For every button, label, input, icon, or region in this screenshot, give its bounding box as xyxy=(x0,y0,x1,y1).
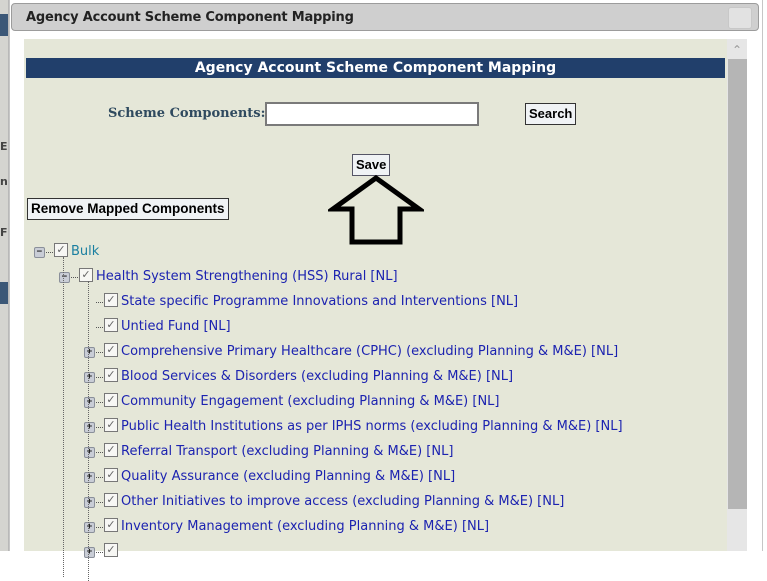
scheme-components-label: Scheme Components: xyxy=(108,106,266,121)
panel-header: Agency Account Scheme Component Mapping xyxy=(26,58,725,78)
tree-connector xyxy=(71,277,78,278)
search-button[interactable]: Search xyxy=(525,103,577,125)
close-icon[interactable] xyxy=(728,7,752,29)
expand-icon[interactable]: + xyxy=(84,447,95,458)
background-text-fragment: n xyxy=(0,175,8,188)
background-text-fragment: E xyxy=(0,140,8,153)
node-checkbox[interactable]: ✓ xyxy=(54,243,68,257)
node-checkbox[interactable]: ✓ xyxy=(104,318,118,332)
expand-icon[interactable]: + xyxy=(84,347,95,358)
tree-connector xyxy=(96,552,103,553)
vertical-scrollbar[interactable]: ⌃ xyxy=(727,39,747,551)
collapse-icon[interactable]: − xyxy=(34,247,45,258)
arrow-up-annotation-icon xyxy=(328,174,424,245)
scrollbar-thumb[interactable] xyxy=(728,59,747,509)
collapse-icon[interactable]: − xyxy=(59,272,70,283)
tree-guide-line xyxy=(88,281,89,581)
expand-icon[interactable]: + xyxy=(84,372,95,383)
node-label[interactable]: Health System Strengthening (HSS) Rural … xyxy=(96,269,398,284)
node-label[interactable]: Bulk xyxy=(71,244,99,259)
expand-icon[interactable]: + xyxy=(84,422,95,433)
mapping-dialog: Agency Account Scheme Component Mapping … xyxy=(9,0,763,581)
node-label[interactable]: Other Initiatives to improve access (exc… xyxy=(121,494,564,509)
tree-connector xyxy=(96,527,103,528)
node-label[interactable]: Untied Fund [NL] xyxy=(121,319,231,334)
background-page: E n F xyxy=(0,0,9,551)
background-text-fragment: F xyxy=(0,226,8,239)
node-checkbox[interactable]: ✓ xyxy=(104,518,118,532)
node-checkbox[interactable]: ✓ xyxy=(104,343,118,357)
node-label[interactable]: Community Engagement (excluding Planning… xyxy=(121,394,500,409)
node-checkbox[interactable]: ✓ xyxy=(104,293,118,307)
expand-icon[interactable]: + xyxy=(84,472,95,483)
scheme-components-input[interactable] xyxy=(265,102,479,126)
tree-connector xyxy=(96,327,103,328)
scroll-up-arrow-icon[interactable]: ⌃ xyxy=(727,39,747,59)
expand-icon[interactable]: + xyxy=(84,497,95,508)
tree-connector xyxy=(96,377,103,378)
node-checkbox[interactable]: ✓ xyxy=(104,393,118,407)
dialog-content: Agency Account Scheme Component Mapping … xyxy=(24,39,727,581)
node-label[interactable]: State specific Programme Innovations and… xyxy=(121,294,518,309)
node-checkbox[interactable]: ✓ xyxy=(104,493,118,507)
node-checkbox[interactable]: ✓ xyxy=(104,543,118,557)
save-button[interactable]: Save xyxy=(352,154,391,176)
remove-mapped-components-button[interactable]: Remove Mapped Components xyxy=(27,198,229,220)
expand-icon[interactable]: + xyxy=(84,547,95,558)
tree-guide-line xyxy=(63,257,64,577)
expand-icon[interactable]: + xyxy=(84,522,95,533)
background-header-strip xyxy=(0,282,8,304)
node-label[interactable]: Blood Services & Disorders (excluding Pl… xyxy=(121,369,513,384)
node-checkbox[interactable]: ✓ xyxy=(104,418,118,432)
node-label[interactable]: Public Health Institutions as per IPHS n… xyxy=(121,419,623,434)
tree-connector xyxy=(96,302,103,303)
tree-connector xyxy=(96,427,103,428)
expand-icon[interactable]: + xyxy=(84,397,95,408)
node-checkbox[interactable]: ✓ xyxy=(104,368,118,382)
node-label[interactable]: Inventory Management (excluding Planning… xyxy=(121,519,489,534)
tree-connector xyxy=(96,502,103,503)
node-checkbox[interactable]: ✓ xyxy=(104,443,118,457)
tree-connector xyxy=(96,452,103,453)
tree-connector xyxy=(96,477,103,478)
dialog-title: Agency Account Scheme Component Mapping xyxy=(26,10,354,25)
node-label[interactable]: Referral Transport (excluding Planning &… xyxy=(121,444,453,459)
tree-connector xyxy=(46,252,53,253)
node-checkbox[interactable]: ✓ xyxy=(104,468,118,482)
node-label[interactable]: Quality Assurance (excluding Planning & … xyxy=(121,469,455,484)
tree-connector xyxy=(96,402,103,403)
dialog-titlebar[interactable]: Agency Account Scheme Component Mapping xyxy=(11,3,759,31)
tree-connector xyxy=(96,352,103,353)
node-label[interactable]: Comprehensive Primary Healthcare (CPHC) … xyxy=(121,344,618,359)
background-header-strip xyxy=(0,14,8,36)
node-checkbox[interactable]: ✓ xyxy=(79,268,93,282)
